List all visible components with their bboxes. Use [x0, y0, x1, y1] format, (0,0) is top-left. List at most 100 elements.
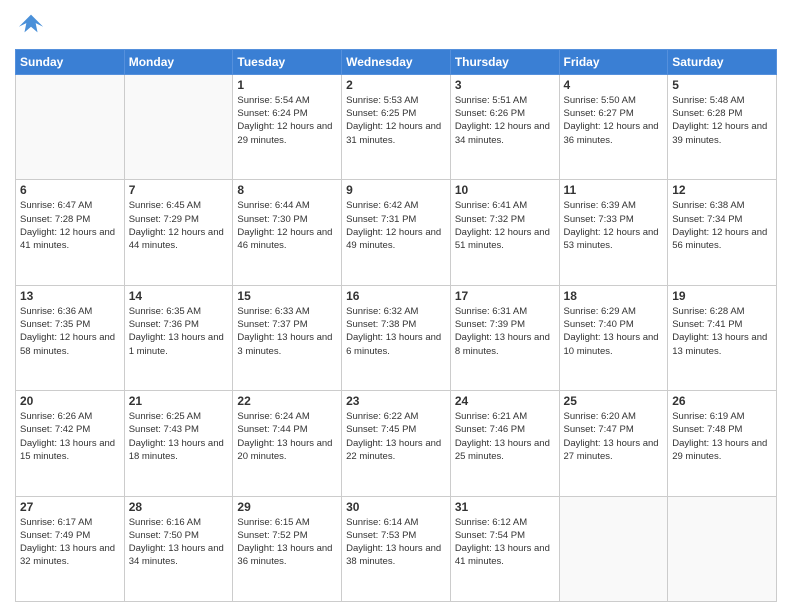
day-number: 25 — [564, 394, 664, 408]
day-number: 29 — [237, 500, 337, 514]
calendar-cell: 20Sunrise: 6:26 AM Sunset: 7:42 PM Dayli… — [16, 391, 125, 496]
calendar-cell: 31Sunrise: 6:12 AM Sunset: 7:54 PM Dayli… — [450, 496, 559, 601]
day-number: 12 — [672, 183, 772, 197]
day-detail: Sunrise: 6:15 AM Sunset: 7:52 PM Dayligh… — [237, 516, 337, 569]
calendar-cell: 3 Sunrise: 5:51 AM Sunset: 6:26 PM Daylig… — [450, 74, 559, 179]
calendar-cell: 6 Sunrise: 6:47 AM Sunset: 7:28 PM Daylig… — [16, 180, 125, 285]
day-number: 28 — [129, 500, 229, 514]
day-number: 9 — [346, 183, 446, 197]
calendar-cell: 25 Sunrise: 6:20 AM Sunset: 7:47 PM Dayli… — [559, 391, 668, 496]
day-detail: Sunrise: 5:50 AM Sunset: 6:27 PM Dayligh… — [564, 94, 664, 147]
day-number: 6 — [20, 183, 120, 197]
day-detail: Sunrise: 6:29 AM Sunset: 7:40 PM Dayligh… — [564, 305, 664, 358]
calendar-header-sunday: Sunday — [16, 49, 125, 74]
logo-bird-icon — [17, 10, 45, 38]
day-number: 18 — [564, 289, 664, 303]
day-number: 14 — [129, 289, 229, 303]
day-detail: Sunrise: 6:24 AM Sunset: 7:44 PM Dayligh… — [237, 410, 337, 463]
calendar-cell: 15 Sunrise: 6:33 AM Sunset: 7:37 PM Dayli… — [233, 285, 342, 390]
calendar-header-row: SundayMondayTuesdayWednesdayThursdayFrid… — [16, 49, 777, 74]
calendar-cell: 18 Sunrise: 6:29 AM Sunset: 7:40 PM Dayli… — [559, 285, 668, 390]
logo-text — [15, 10, 45, 43]
day-detail: Sunrise: 6:14 AM Sunset: 7:53 PM Dayligh… — [346, 516, 446, 569]
day-number: 19 — [672, 289, 772, 303]
day-detail: Sunrise: 6:16 AM Sunset: 7:50 PM Dayligh… — [129, 516, 229, 569]
day-number: 30 — [346, 500, 446, 514]
day-number: 1 — [237, 78, 337, 92]
day-detail: Sunrise: 6:45 AM Sunset: 7:29 PM Dayligh… — [129, 199, 229, 252]
day-number: 11 — [564, 183, 664, 197]
day-detail: Sunrise: 6:39 AM Sunset: 7:33 PM Dayligh… — [564, 199, 664, 252]
day-detail: Sunrise: 6:47 AM Sunset: 7:28 PM Dayligh… — [20, 199, 120, 252]
day-detail: Sunrise: 6:19 AM Sunset: 7:48 PM Dayligh… — [672, 410, 772, 463]
day-detail: Sunrise: 6:31 AM Sunset: 7:39 PM Dayligh… — [455, 305, 555, 358]
calendar-cell: 13 Sunrise: 6:36 AM Sunset: 7:35 PM Dayli… — [16, 285, 125, 390]
day-number: 31 — [455, 500, 555, 514]
calendar-cell: 2 Sunrise: 5:53 AM Sunset: 6:25 PM Daylig… — [342, 74, 451, 179]
day-number: 4 — [564, 78, 664, 92]
calendar-cell: 22 Sunrise: 6:24 AM Sunset: 7:44 PM Dayli… — [233, 391, 342, 496]
day-number: 13 — [20, 289, 120, 303]
calendar-cell: 19 Sunrise: 6:28 AM Sunset: 7:41 PM Dayli… — [668, 285, 777, 390]
calendar-cell: 24 Sunrise: 6:21 AM Sunset: 7:46 PM Dayli… — [450, 391, 559, 496]
day-number: 7 — [129, 183, 229, 197]
day-detail: Sunrise: 6:25 AM Sunset: 7:43 PM Dayligh… — [129, 410, 229, 463]
calendar-header-friday: Friday — [559, 49, 668, 74]
calendar-cell: 17Sunrise: 6:31 AM Sunset: 7:39 PM Dayli… — [450, 285, 559, 390]
calendar-cell: 29 Sunrise: 6:15 AM Sunset: 7:52 PM Dayli… — [233, 496, 342, 601]
day-number: 26 — [672, 394, 772, 408]
calendar-cell: 5 Sunrise: 5:48 AM Sunset: 6:28 PM Daylig… — [668, 74, 777, 179]
day-detail: Sunrise: 6:44 AM Sunset: 7:30 PM Dayligh… — [237, 199, 337, 252]
day-detail: Sunrise: 6:33 AM Sunset: 7:37 PM Dayligh… — [237, 305, 337, 358]
calendar-header-wednesday: Wednesday — [342, 49, 451, 74]
calendar-cell: 23Sunrise: 6:22 AM Sunset: 7:45 PM Dayli… — [342, 391, 451, 496]
calendar-cell: 16Sunrise: 6:32 AM Sunset: 7:38 PM Dayli… — [342, 285, 451, 390]
calendar-cell: 1 Sunrise: 5:54 AM Sunset: 6:24 PM Daylig… — [233, 74, 342, 179]
calendar-week-1: 1 Sunrise: 5:54 AM Sunset: 6:24 PM Daylig… — [16, 74, 777, 179]
day-detail: Sunrise: 6:20 AM Sunset: 7:47 PM Dayligh… — [564, 410, 664, 463]
calendar-cell: 27Sunrise: 6:17 AM Sunset: 7:49 PM Dayli… — [16, 496, 125, 601]
day-number: 15 — [237, 289, 337, 303]
day-number: 8 — [237, 183, 337, 197]
day-detail: Sunrise: 5:48 AM Sunset: 6:28 PM Dayligh… — [672, 94, 772, 147]
calendar-cell — [559, 496, 668, 601]
calendar-cell: 8 Sunrise: 6:44 AM Sunset: 7:30 PM Daylig… — [233, 180, 342, 285]
day-number: 22 — [237, 394, 337, 408]
calendar-cell: 4 Sunrise: 5:50 AM Sunset: 6:27 PM Daylig… — [559, 74, 668, 179]
calendar-cell: 21Sunrise: 6:25 AM Sunset: 7:43 PM Dayli… — [124, 391, 233, 496]
day-detail: Sunrise: 6:17 AM Sunset: 7:49 PM Dayligh… — [20, 516, 120, 569]
calendar-cell — [668, 496, 777, 601]
day-detail: Sunrise: 6:36 AM Sunset: 7:35 PM Dayligh… — [20, 305, 120, 358]
day-detail: Sunrise: 6:21 AM Sunset: 7:46 PM Dayligh… — [455, 410, 555, 463]
day-detail: Sunrise: 6:28 AM Sunset: 7:41 PM Dayligh… — [672, 305, 772, 358]
calendar-cell: 14 Sunrise: 6:35 AM Sunset: 7:36 PM Dayli… — [124, 285, 233, 390]
calendar-cell: 12Sunrise: 6:38 AM Sunset: 7:34 PM Dayli… — [668, 180, 777, 285]
day-detail: Sunrise: 5:53 AM Sunset: 6:25 PM Dayligh… — [346, 94, 446, 147]
day-detail: Sunrise: 6:41 AM Sunset: 7:32 PM Dayligh… — [455, 199, 555, 252]
day-detail: Sunrise: 6:26 AM Sunset: 7:42 PM Dayligh… — [20, 410, 120, 463]
calendar-cell: 7 Sunrise: 6:45 AM Sunset: 7:29 PM Daylig… — [124, 180, 233, 285]
calendar-header-saturday: Saturday — [668, 49, 777, 74]
calendar-cell: 10Sunrise: 6:41 AM Sunset: 7:32 PM Dayli… — [450, 180, 559, 285]
day-detail: Sunrise: 5:54 AM Sunset: 6:24 PM Dayligh… — [237, 94, 337, 147]
calendar-cell: 28 Sunrise: 6:16 AM Sunset: 7:50 PM Dayli… — [124, 496, 233, 601]
calendar-header-thursday: Thursday — [450, 49, 559, 74]
calendar-cell: 30 Sunrise: 6:14 AM Sunset: 7:53 PM Dayli… — [342, 496, 451, 601]
header — [15, 10, 777, 43]
day-number: 24 — [455, 394, 555, 408]
day-detail: Sunrise: 5:51 AM Sunset: 6:26 PM Dayligh… — [455, 94, 555, 147]
calendar-cell — [124, 74, 233, 179]
page: SundayMondayTuesdayWednesdayThursdayFrid… — [0, 0, 792, 612]
day-number: 5 — [672, 78, 772, 92]
calendar-cell — [16, 74, 125, 179]
day-detail: Sunrise: 6:32 AM Sunset: 7:38 PM Dayligh… — [346, 305, 446, 358]
calendar-week-2: 6 Sunrise: 6:47 AM Sunset: 7:28 PM Daylig… — [16, 180, 777, 285]
day-number: 23 — [346, 394, 446, 408]
day-number: 2 — [346, 78, 446, 92]
calendar-table: SundayMondayTuesdayWednesdayThursdayFrid… — [15, 49, 777, 602]
calendar-cell: 26 Sunrise: 6:19 AM Sunset: 7:48 PM Dayli… — [668, 391, 777, 496]
day-detail: Sunrise: 6:35 AM Sunset: 7:36 PM Dayligh… — [129, 305, 229, 358]
logo — [15, 10, 45, 43]
calendar-cell: 11 Sunrise: 6:39 AM Sunset: 7:33 PM Dayli… — [559, 180, 668, 285]
day-number: 3 — [455, 78, 555, 92]
